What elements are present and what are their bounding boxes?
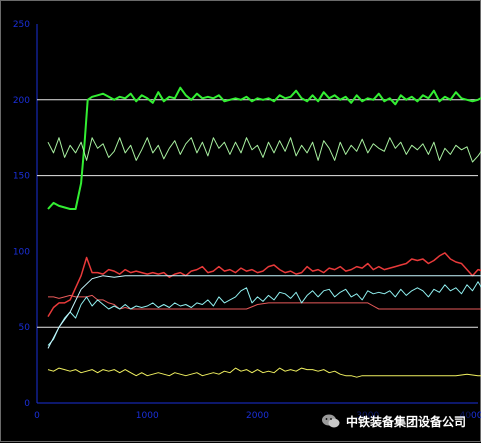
series-line-2: [47, 137, 481, 163]
chart-window: 050100150200250 01000200030004000 中铁装备集团…: [0, 0, 481, 442]
y-tick-label: 250: [13, 20, 30, 30]
plot-area: 050100150200250 01000200030004000: [13, 20, 481, 421]
x-tick-label: 2000: [246, 411, 269, 421]
watermark: 中铁装备集团设备公司: [317, 410, 471, 432]
watermark-text: 中铁装备集团设备公司: [346, 414, 467, 429]
x-tick-label: 1000: [136, 411, 159, 421]
y-tick-labels: 0 50 100 150 200 250: [13, 20, 30, 409]
x-tick-label: 0: [34, 411, 40, 421]
y-tick-label: 100: [13, 247, 30, 257]
y-tick-label: 200: [13, 96, 30, 106]
y-tick-label: 150: [13, 172, 30, 182]
y-tick-label: 50: [19, 323, 31, 333]
reference-lines: [37, 99, 478, 328]
series-lines: [47, 86, 481, 378]
y-tick-label: 0: [24, 399, 30, 409]
wechat-icon: [322, 414, 340, 428]
series-line-7: [47, 367, 481, 378]
series-line-5: [47, 281, 481, 346]
series-line-6: [47, 275, 481, 349]
